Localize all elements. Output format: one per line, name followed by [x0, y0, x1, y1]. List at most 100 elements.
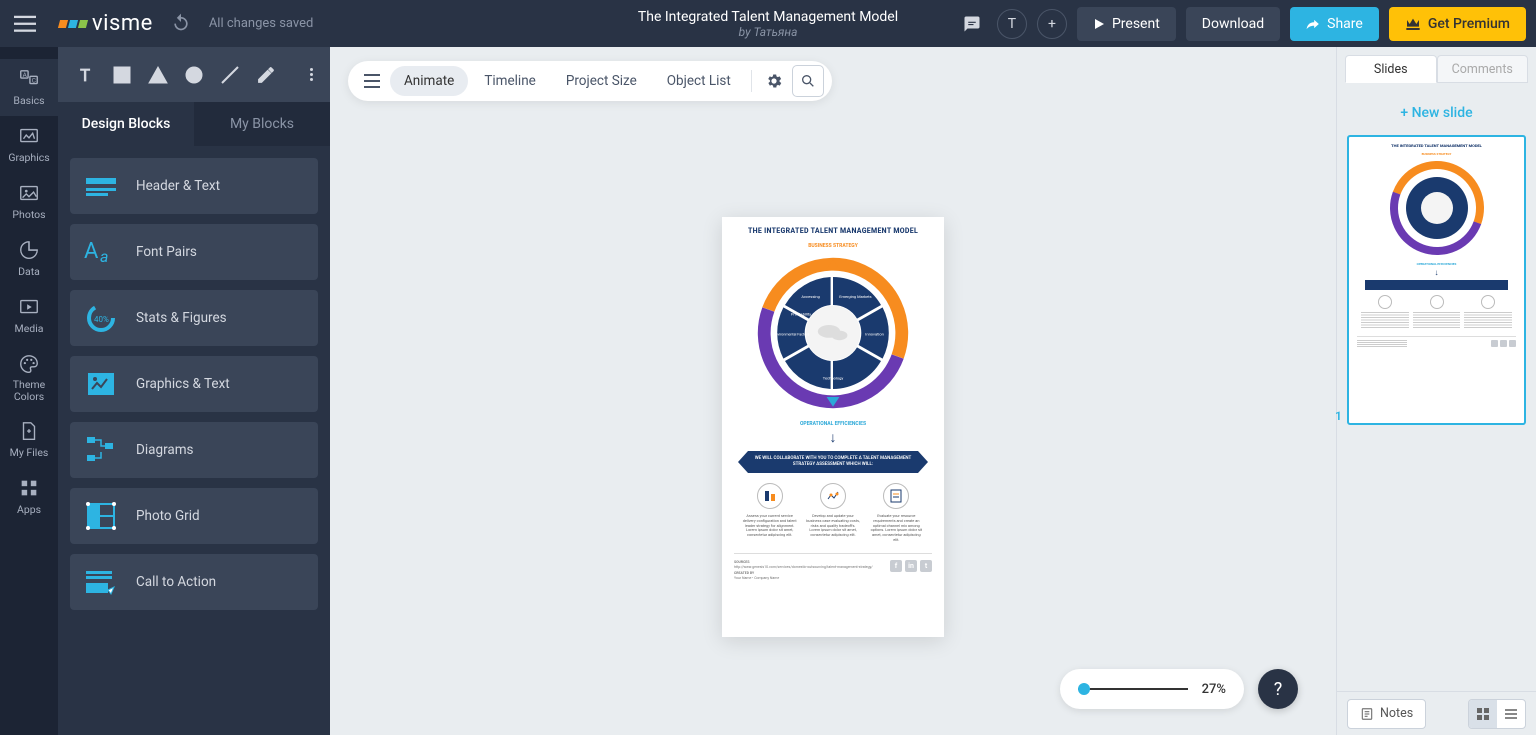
tab-design-blocks[interactable]: Design Blocks [58, 102, 194, 146]
circle-icon [185, 66, 203, 84]
hamburger-small-icon [364, 74, 380, 88]
list-icon [1504, 707, 1518, 721]
rail-my-files[interactable]: My Files [0, 411, 58, 468]
help-button[interactable]: ? [1258, 669, 1298, 709]
canvas-menu-button[interactable] [356, 65, 388, 97]
block-diagrams[interactable]: Diagrams [70, 422, 318, 478]
apps-icon [18, 477, 40, 499]
draw-tool[interactable] [250, 57, 282, 93]
column-icon-1 [757, 483, 783, 509]
crown-icon [1405, 17, 1421, 31]
slide-thumbnail[interactable]: 1 THE INTEGRATED TALENT MANAGEMENT MODEL… [1347, 135, 1526, 425]
present-button[interactable]: Present [1077, 7, 1176, 41]
document-title: The Integrated Talent Management Model [638, 9, 898, 25]
undo-button[interactable] [171, 12, 191, 36]
settings-button[interactable] [758, 65, 790, 97]
comment-icon [963, 15, 981, 33]
share-icon [1306, 17, 1320, 31]
rail-apps[interactable]: Apps [0, 468, 58, 525]
rail-photos[interactable]: Photos [0, 173, 58, 230]
triangle-icon [148, 66, 168, 84]
canvas-area[interactable]: Animate Timeline Project Size Object Lis… [330, 47, 1336, 735]
basics-icon: AC [18, 68, 40, 90]
pencil-icon [256, 65, 276, 85]
block-list: Header & Text Aa Font Pairs 40% Stats & … [58, 146, 330, 622]
slide-number: 1 [1335, 409, 1342, 423]
rail-media[interactable]: Media [0, 287, 58, 344]
rail-data[interactable]: Data [0, 230, 58, 287]
doc-title: THE INTEGRATED TALENT MANAGEMENT MODEL [734, 227, 932, 235]
gear-icon [765, 72, 783, 90]
block-graphics-text[interactable]: Graphics & Text [70, 356, 318, 412]
rail-theme-colors[interactable]: Theme Colors [0, 344, 58, 411]
more-shapes-button[interactable] [305, 63, 318, 86]
circle-tool[interactable] [178, 57, 210, 93]
square-icon [113, 66, 131, 84]
svg-text:A: A [84, 239, 99, 264]
header-text-icon [84, 169, 118, 203]
list-view-button[interactable] [1497, 700, 1525, 728]
rail-basics[interactable]: AC Basics [0, 59, 58, 116]
document-title-block[interactable]: The Integrated Talent Management Model b… [638, 9, 898, 39]
animate-button[interactable]: Animate [390, 66, 468, 96]
zoom-percentage: 27% [1202, 682, 1226, 697]
rail-graphics[interactable]: Graphics [0, 116, 58, 173]
view-toggle [1468, 699, 1526, 729]
download-button[interactable]: Download [1186, 7, 1280, 41]
shape-tools-row: T [58, 47, 330, 102]
tab-slides[interactable]: Slides [1345, 55, 1437, 83]
block-tabs: Design Blocks My Blocks [58, 102, 330, 146]
arrow-down-icon: ↓ [734, 431, 932, 445]
new-slide-button[interactable]: + New slide [1351, 105, 1522, 121]
graphics-text-icon [84, 367, 118, 401]
canvas-document[interactable]: THE INTEGRATED TALENT MANAGEMENT MODEL B… [722, 217, 944, 637]
media-icon [18, 296, 40, 318]
document-author: by Татьяна [638, 25, 898, 39]
data-icon [18, 239, 40, 261]
line-tool[interactable] [214, 57, 246, 93]
graphics-icon [18, 125, 40, 147]
zoom-slider[interactable] [1078, 688, 1188, 690]
text-tool[interactable]: T [70, 57, 102, 93]
user-avatar[interactable]: T [997, 9, 1027, 39]
svg-text:C: C [32, 77, 36, 85]
comments-button[interactable] [957, 9, 987, 39]
svg-text:T: T [80, 66, 90, 84]
logo[interactable]: visme [50, 11, 161, 36]
get-premium-button[interactable]: Get Premium [1389, 7, 1526, 41]
block-stats-figures[interactable]: 40% Stats & Figures [70, 290, 318, 346]
tab-my-blocks[interactable]: My Blocks [194, 102, 330, 146]
slides-panel: Slides Comments + New slide 1 THE INTEGR… [1336, 47, 1536, 735]
notes-button[interactable]: Notes [1347, 699, 1426, 729]
project-size-button[interactable]: Project Size [552, 66, 651, 96]
block-font-pairs[interactable]: Aa Font Pairs [70, 224, 318, 280]
logo-mark-icon [58, 20, 88, 28]
svg-text:Technology: Technology [823, 375, 844, 380]
search-icon [800, 73, 816, 89]
line-icon [220, 65, 240, 85]
font-pairs-icon: Aa [84, 235, 118, 269]
logo-text: visme [92, 11, 153, 36]
stats-icon: 40% [84, 301, 118, 335]
share-button[interactable]: Share [1290, 7, 1379, 41]
block-header-text[interactable]: Header & Text [70, 158, 318, 214]
block-call-to-action[interactable]: Call to Action [70, 554, 318, 610]
add-collaborator-button[interactable]: + [1037, 9, 1067, 39]
grid-icon [1476, 707, 1490, 721]
menu-button[interactable] [0, 0, 50, 47]
zoom-thumb[interactable] [1078, 683, 1090, 695]
search-canvas-button[interactable] [792, 65, 824, 97]
zoom-control[interactable]: 27% [1060, 669, 1244, 709]
block-photo-grid[interactable]: Photo Grid [70, 488, 318, 544]
tab-comments[interactable]: Comments [1437, 55, 1529, 83]
rectangle-tool[interactable] [106, 57, 138, 93]
timeline-button[interactable]: Timeline [470, 66, 550, 96]
top-bar: visme All changes saved The Integrated T… [0, 0, 1536, 47]
svg-text:Innovation: Innovation [865, 331, 884, 336]
cta-icon [84, 565, 118, 599]
object-list-button[interactable]: Object List [653, 66, 745, 96]
grid-view-button[interactable] [1469, 700, 1497, 728]
triangle-tool[interactable] [142, 57, 174, 93]
hamburger-icon [14, 15, 36, 33]
doc-operational-label: OPERATIONAL EFFICIENCIES [734, 421, 932, 427]
